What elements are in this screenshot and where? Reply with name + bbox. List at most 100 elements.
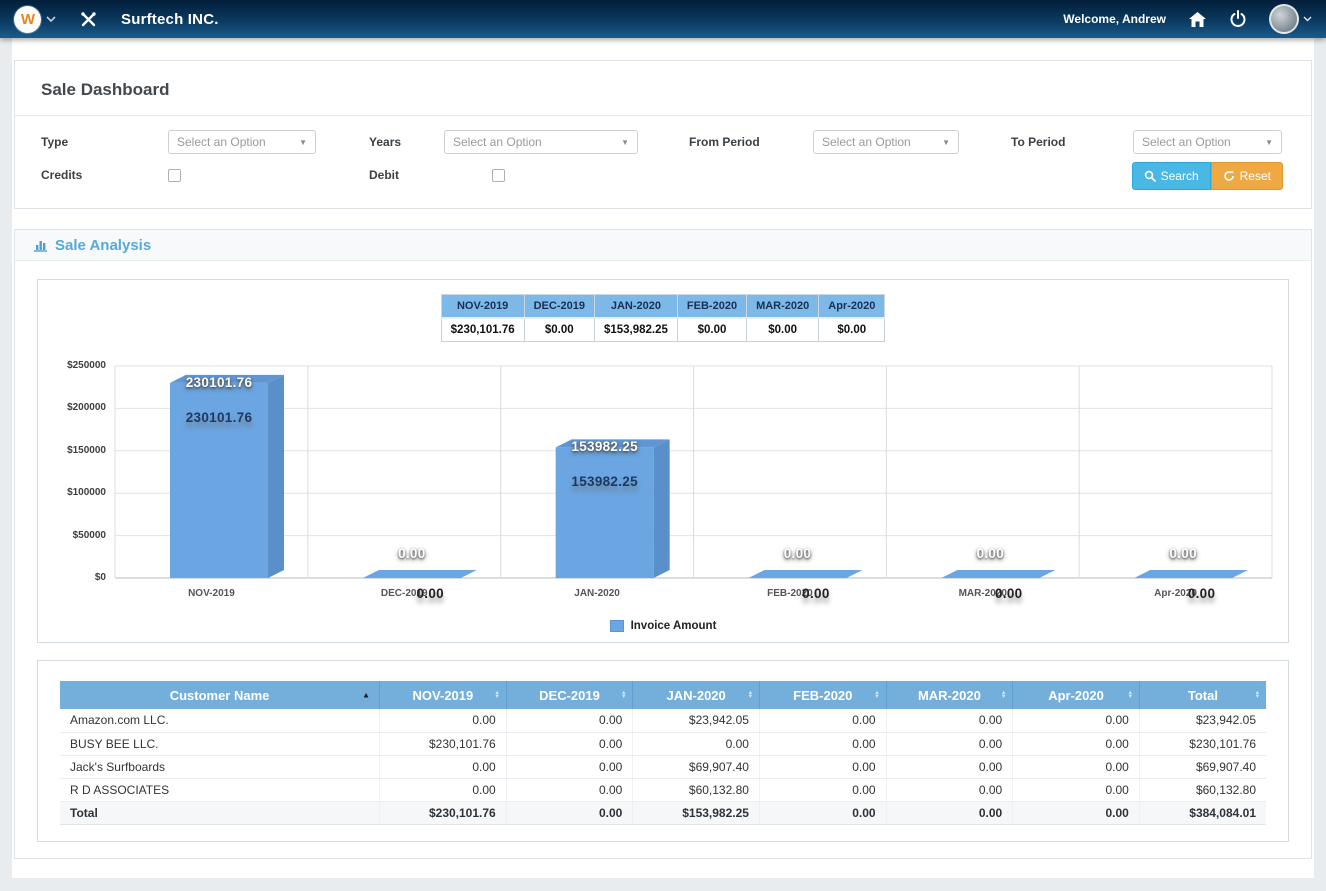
table-row: Amazon.com LLC.0.000.00$23,942.050.000.0… bbox=[60, 709, 1266, 732]
column-header-customer-name[interactable]: Customer Name▲ bbox=[60, 681, 380, 709]
total-row: Total$230,101.760.00$153,982.250.000.000… bbox=[60, 801, 1266, 824]
column-header[interactable]: JAN-2020▴▾ bbox=[633, 681, 760, 709]
column-header[interactable]: FEB-2020▴▾ bbox=[759, 681, 886, 709]
column-header[interactable]: NOV-2019▴▾ bbox=[380, 681, 507, 709]
y-axis-tick: $50000 bbox=[48, 530, 106, 541]
amount-cell: 0.00 bbox=[886, 778, 1013, 801]
type-select[interactable]: Select an Option ▼ bbox=[168, 130, 316, 154]
invoice-amount-chart: $250000$200000$150000$100000$50000$0NOV-… bbox=[48, 356, 1278, 612]
amount-cell: 0.00 bbox=[759, 778, 886, 801]
total-amount-cell: 0.00 bbox=[506, 801, 633, 824]
amount-cell: $60,132.80 bbox=[1139, 778, 1266, 801]
logo-chevron-down-icon[interactable] bbox=[46, 16, 56, 23]
amount-cell: 0.00 bbox=[759, 755, 886, 778]
credits-checkbox[interactable] bbox=[168, 169, 181, 182]
total-amount-cell: $384,084.01 bbox=[1139, 801, 1266, 824]
amount-cell: 0.00 bbox=[506, 709, 633, 732]
search-button[interactable]: Search bbox=[1132, 162, 1211, 190]
sort-icon[interactable]: ▴▾ bbox=[495, 691, 498, 699]
bar-value-shadow-label: 0.00 bbox=[746, 586, 886, 601]
summary-table: NOV-2019DEC-2019JAN-2020FEB-2020MAR-2020… bbox=[441, 294, 886, 342]
welcome-text: Welcome, Andrew bbox=[1063, 12, 1166, 26]
table-row: R D ASSOCIATES0.000.00$60,132.800.000.00… bbox=[60, 778, 1266, 801]
total-label-cell: Total bbox=[60, 801, 380, 824]
sort-icon[interactable]: ▴▾ bbox=[622, 691, 625, 699]
years-select[interactable]: Select an Option ▼ bbox=[444, 130, 638, 154]
from-period-select[interactable]: Select an Option ▼ bbox=[813, 130, 959, 154]
chart-container: NOV-2019DEC-2019JAN-2020FEB-2020MAR-2020… bbox=[37, 279, 1289, 643]
summary-column-header: JAN-2020 bbox=[594, 295, 677, 319]
bar-value-label: 0.00 bbox=[1113, 546, 1253, 561]
bar-value-shadow-label: 0.00 bbox=[1132, 586, 1272, 601]
customer-table-panel: Customer Name▲NOV-2019▴▾DEC-2019▴▾JAN-20… bbox=[37, 660, 1289, 842]
amount-cell: 0.00 bbox=[1013, 709, 1140, 732]
filter-panel: Sale Dashboard Type Select an Option ▼ Y… bbox=[14, 60, 1312, 209]
brand-logo-icon[interactable]: W bbox=[14, 6, 41, 33]
sort-icon[interactable]: ▴▾ bbox=[1256, 691, 1259, 699]
sort-icon[interactable]: ▴▾ bbox=[875, 691, 878, 699]
sort-ascending-icon[interactable]: ▲ bbox=[362, 691, 370, 700]
bar-value-label: 230101.76 bbox=[149, 375, 289, 390]
customer-name-cell: R D ASSOCIATES bbox=[60, 778, 380, 801]
amount-cell: 0.00 bbox=[759, 732, 886, 755]
amount-link-cell[interactable]: $23,942.05 bbox=[633, 709, 760, 732]
tools-icon[interactable] bbox=[80, 11, 97, 28]
debit-label: Debit bbox=[369, 168, 492, 182]
total-amount-cell: 0.00 bbox=[886, 801, 1013, 824]
user-chevron-down-icon bbox=[1303, 16, 1312, 22]
amount-cell: 0.00 bbox=[380, 778, 507, 801]
y-axis-tick: $0 bbox=[48, 572, 106, 583]
sort-icon[interactable]: ▴▾ bbox=[1129, 691, 1132, 699]
customer-name-cell: Amazon.com LLC. bbox=[60, 709, 380, 732]
summary-column-header: DEC-2019 bbox=[524, 295, 594, 319]
power-icon[interactable] bbox=[1229, 10, 1247, 28]
select-caret-icon: ▼ bbox=[621, 138, 629, 147]
sale-analysis-title: Sale Analysis bbox=[55, 237, 151, 254]
summary-column-header: MAR-2020 bbox=[747, 295, 819, 319]
amount-cell: 0.00 bbox=[886, 709, 1013, 732]
bar-value-label: 0.00 bbox=[728, 546, 868, 561]
select-caret-icon: ▼ bbox=[1265, 138, 1273, 147]
to-period-select-value: Select an Option bbox=[1142, 135, 1231, 149]
table-row: Jack's Surfboards0.000.00$69,907.400.000… bbox=[60, 755, 1266, 778]
reset-button[interactable]: Reset bbox=[1211, 162, 1283, 190]
bar-zero bbox=[1134, 570, 1248, 578]
bar-value-label: 153982.25 bbox=[535, 439, 675, 454]
column-header[interactable]: DEC-2019▴▾ bbox=[506, 681, 633, 709]
amount-link-cell[interactable]: $60,132.80 bbox=[633, 778, 760, 801]
column-header[interactable]: MAR-2020▴▾ bbox=[886, 681, 1013, 709]
from-period-select-value: Select an Option bbox=[822, 135, 911, 149]
avatar[interactable] bbox=[1269, 4, 1299, 34]
amount-cell: 0.00 bbox=[380, 709, 507, 732]
search-icon bbox=[1144, 170, 1156, 182]
y-axis-tick: $150000 bbox=[48, 445, 106, 456]
bar-zero bbox=[749, 570, 863, 578]
total-amount-cell: 0.00 bbox=[759, 801, 886, 824]
home-icon[interactable] bbox=[1188, 11, 1207, 28]
x-axis-label: NOV-2019 bbox=[115, 588, 308, 599]
sort-icon[interactable]: ▴▾ bbox=[1002, 691, 1005, 699]
user-menu[interactable] bbox=[1269, 4, 1312, 34]
years-label: Years bbox=[369, 135, 444, 149]
sort-icon[interactable]: ▴▾ bbox=[749, 691, 752, 699]
amount-link-cell[interactable]: $69,907.40 bbox=[633, 755, 760, 778]
amount-cell: $230,101.76 bbox=[1139, 732, 1266, 755]
search-button-label: Search bbox=[1161, 169, 1199, 183]
total-amount-cell: 0.00 bbox=[1013, 801, 1140, 824]
column-header[interactable]: Total▴▾ bbox=[1139, 681, 1266, 709]
debit-checkbox[interactable] bbox=[492, 169, 505, 182]
app-title: Surftech INC. bbox=[121, 11, 219, 28]
y-axis-tick: $100000 bbox=[48, 487, 106, 498]
amount-cell: 0.00 bbox=[506, 778, 633, 801]
table-row: BUSY BEE LLC.$230,101.760.000.000.000.00… bbox=[60, 732, 1266, 755]
column-header[interactable]: Apr-2020▴▾ bbox=[1013, 681, 1140, 709]
amount-cell: 0.00 bbox=[1013, 732, 1140, 755]
bar-value-shadow-label: 153982.25 bbox=[535, 474, 675, 489]
amount-link-cell[interactable]: $230,101.76 bbox=[380, 732, 507, 755]
total-amount-cell: $230,101.76 bbox=[380, 801, 507, 824]
bar-value-label: 0.00 bbox=[920, 546, 1060, 561]
bar bbox=[556, 447, 654, 578]
to-period-select[interactable]: Select an Option ▼ bbox=[1133, 130, 1282, 154]
bar-zero bbox=[941, 570, 1055, 578]
sale-analysis-panel: Sale Analysis NOV-2019DEC-2019JAN-2020FE… bbox=[14, 229, 1312, 859]
